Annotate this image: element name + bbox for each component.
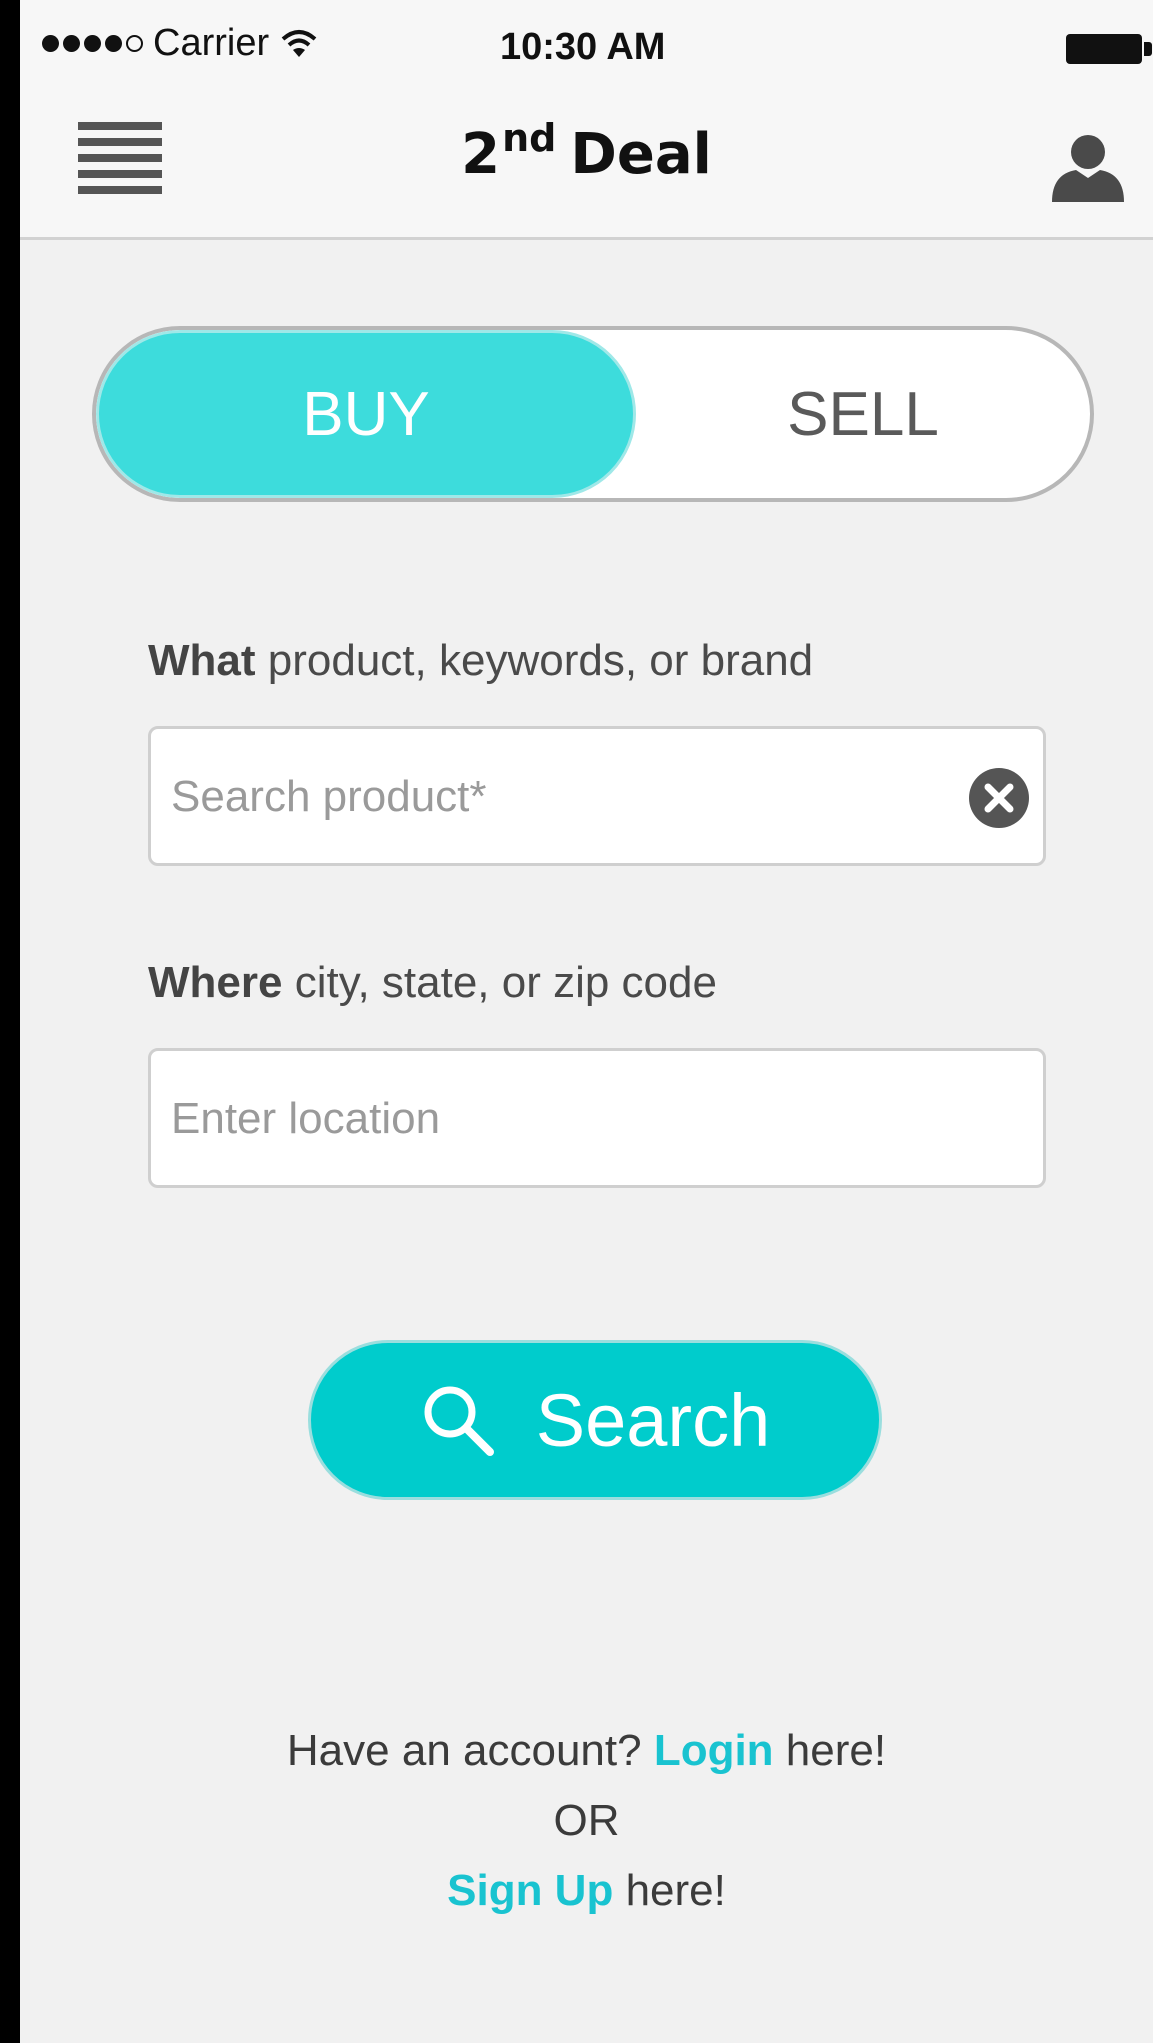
search-product-input[interactable] [169,729,973,865]
app-title-main: 2 [461,122,501,187]
battery-tip [1144,42,1152,56]
signup-suffix: here! [625,1866,726,1915]
buy-sell-toggle: BUY SELL [92,326,1094,502]
status-time: 10:30 AM [500,26,666,68]
clear-input-icon[interactable] [968,767,1030,829]
signup-line: Sign Up here! [20,1856,1153,1926]
app-title-superscript: nd [502,116,557,160]
nav-bar: 2nd Deal [20,104,1153,240]
carrier-label: Carrier [153,22,270,64]
account-footer: Have an account? Login here! OR Sign Up … [20,1716,1153,1926]
or-divider-text: OR [553,1796,620,1845]
search-icon [424,1386,494,1456]
app-title-rest: Deal [570,122,712,187]
sell-toggle-button[interactable]: SELL [636,330,1090,498]
carrier-info: Carrier [42,22,319,65]
search-button[interactable]: Search [308,1340,882,1500]
wifi-icon [281,29,317,57]
what-label-text: product, keywords, or brand [267,636,814,685]
where-label-text: city, state, or zip code [294,958,717,1007]
app-screen: Carrier 10:30 AM 2nd Deal BUY SELL What p… [20,0,1153,2043]
what-label-bold: What [148,636,256,685]
location-input[interactable] [169,1051,973,1187]
battery-icon [1066,34,1142,64]
signal-strength-icon [42,35,143,52]
user-profile-icon[interactable] [1046,132,1130,204]
where-label-bold: Where [148,958,283,1007]
signup-link[interactable]: Sign Up [447,1866,613,1915]
search-button-label: Search [535,1378,771,1462]
what-label: What product, keywords, or brand [148,636,813,686]
app-title: 2nd Deal [20,116,1153,196]
search-product-field [148,726,1046,866]
where-label: Where city, state, or zip code [148,958,717,1008]
login-link[interactable]: Login [654,1726,774,1775]
login-suffix: here! [785,1726,887,1775]
login-line: Have an account? Login here! [20,1716,1153,1786]
have-account-text: Have an account? [286,1726,642,1775]
status-bar: Carrier 10:30 AM [20,0,1153,104]
location-field [148,1048,1046,1188]
buy-toggle-button[interactable]: BUY [96,330,636,498]
